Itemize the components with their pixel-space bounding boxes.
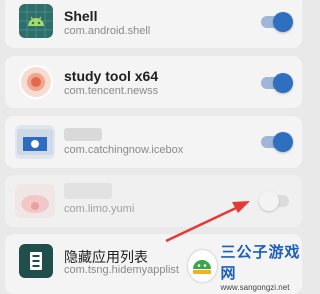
- watermark-url: www.sangongzi.net: [220, 282, 290, 292]
- watermark: 三公子游戏网 www.sangongzi.net: [188, 244, 306, 292]
- watermark-logo-icon: [188, 250, 217, 282]
- watermark-title: 三公子游戏网: [220, 243, 301, 282]
